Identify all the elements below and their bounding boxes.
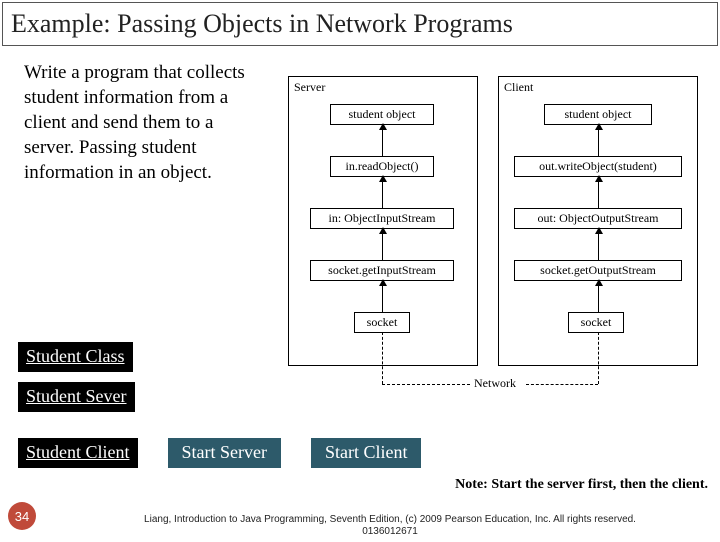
page-number-badge: 34 (8, 502, 36, 530)
note-text: Note: Start the server first, then the c… (455, 477, 708, 493)
student-class-button[interactable]: Student Class (18, 342, 133, 372)
client-box-student-object: student object (544, 104, 652, 125)
server-header: Server (294, 80, 325, 95)
client-box-socket: socket (568, 312, 624, 333)
footer-citation: Liang, Introduction to Java Programming,… (120, 514, 660, 538)
client-box-write-object: out.writeObject(student) (514, 156, 682, 177)
server-box-input-stream: in: ObjectInputStream (310, 208, 454, 229)
arrow-icon (382, 176, 383, 208)
server-box-read-object: in.readObject() (330, 156, 434, 177)
dash-line (598, 332, 599, 384)
client-box-output-stream: out: ObjectOutputStream (514, 208, 682, 229)
server-box-socket: socket (354, 312, 410, 333)
server-box-get-input: socket.getInputStream (310, 260, 454, 281)
link-button-stack: Student Class Student Sever (18, 342, 135, 422)
network-label: Network (474, 376, 516, 391)
slide-title: Example: Passing Objects in Network Prog… (2, 2, 718, 46)
dash-line (382, 332, 383, 384)
client-box-get-output: socket.getOutputStream (514, 260, 682, 281)
arrow-icon (382, 280, 383, 312)
student-client-button[interactable]: Student Client (18, 438, 138, 468)
start-server-button[interactable]: Start Server (168, 438, 281, 468)
server-box-student-object: student object (330, 104, 434, 125)
arrow-icon (382, 228, 383, 260)
arrow-icon (598, 124, 599, 156)
dash-line (382, 384, 470, 385)
arrow-icon (598, 280, 599, 312)
client-header: Client (504, 80, 533, 95)
student-server-button[interactable]: Student Sever (18, 382, 135, 412)
action-button-row: Student Client Start Server Start Client (18, 438, 421, 468)
arrow-icon (382, 124, 383, 156)
left-column: Write a program that collects student in… (24, 60, 266, 185)
start-client-button[interactable]: Start Client (311, 438, 422, 468)
arrow-icon (598, 228, 599, 260)
network-diagram: Server Client student object in.readObje… (288, 76, 700, 400)
description-text: Write a program that collects student in… (24, 60, 254, 185)
arrow-icon (598, 176, 599, 208)
dash-line (526, 384, 598, 385)
